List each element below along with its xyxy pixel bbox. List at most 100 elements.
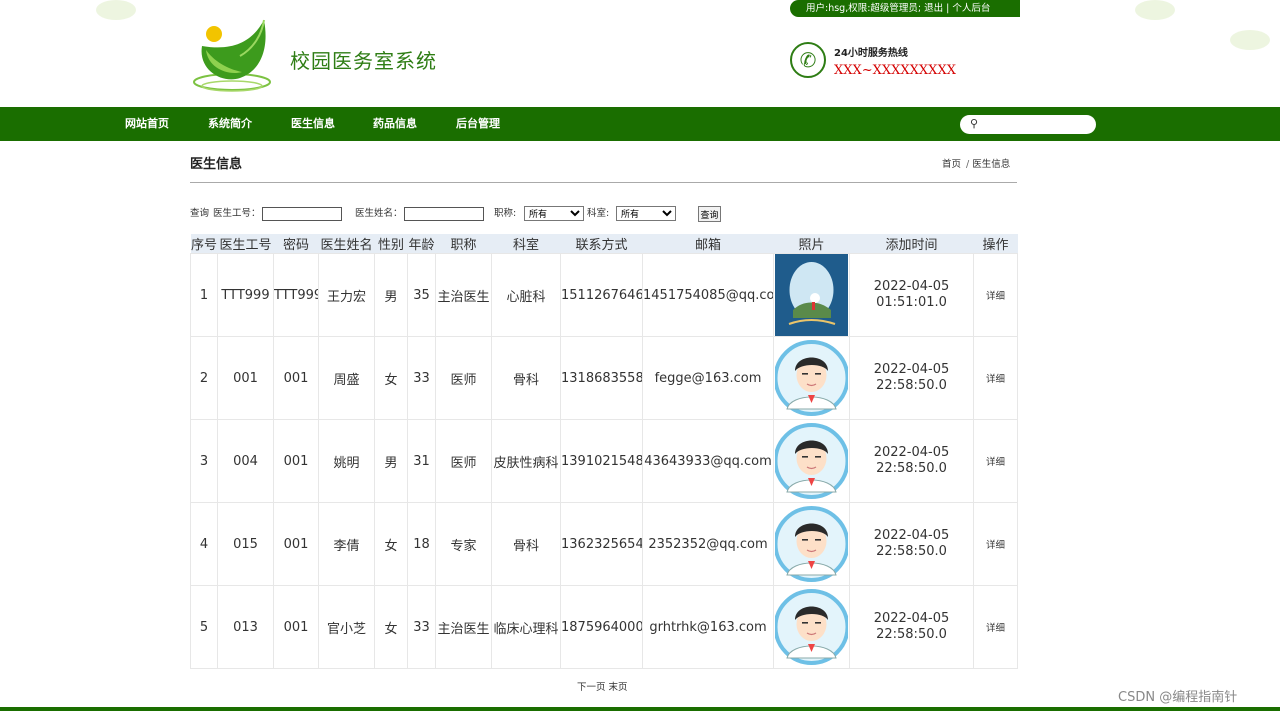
added-date: 2022-04-05 [873,362,950,377]
nav-item-doctors[interactable]: 医生信息 [291,107,335,141]
breadcrumb-home[interactable]: 首页 [942,159,961,170]
detail-link[interactable]: 详细 [973,419,1018,503]
col-header: 联系方式 [560,234,643,254]
cell-sex: 女 [374,585,408,669]
cell-email: 43643933@qq.com [642,419,774,503]
nav-item-home[interactable]: 网站首页 [125,107,169,141]
hotline-number: XXX~XXXXXXXXX [834,63,956,78]
cell-age: 33 [407,336,436,420]
site-logo [193,19,271,92]
col-header: 职称 [435,234,492,254]
last-page-link[interactable]: 末页 [609,682,628,693]
added-clock: 01:51:01.0 [876,295,947,310]
doctor-name-input[interactable] [404,207,484,221]
page: 用户:hsg,权限:超级管理员; 退出 | 个人后台 校园医务室系统 ✆ 24小… [0,0,1280,711]
site-title: 校园医务室系统 [290,49,437,73]
decor-leaf [1230,30,1270,50]
cell-added-time: 2022-04-05 22:58:50.0 [849,419,974,503]
cell-title: 专家 [435,502,492,586]
detail-link[interactable]: 详细 [973,502,1018,586]
cell-id: 013 [217,585,274,669]
detail-link[interactable]: 详细 [973,253,1018,337]
main-nav: 网站首页 系统简介 医生信息 药品信息 后台管理 ⚲ [0,107,1280,141]
col-header: 年龄 [407,234,436,254]
cell-phone: 13186835580 [560,336,643,420]
decor-leaf [96,0,136,20]
query-button[interactable]: 查询 [698,206,721,222]
title-select[interactable]: 所有 [524,206,584,221]
table-row: 4015001李倩女18专家骨科136232565442352352@qq.co… [190,502,1018,586]
col-header: 医生工号 [217,234,274,254]
added-date: 2022-04-05 [873,445,950,460]
col-header: 照片 [773,234,850,254]
col-header: 操作 [973,234,1018,254]
doctor-name-label: 医生姓名： [355,208,403,219]
detail-link[interactable]: 详细 [973,585,1018,669]
dept-select[interactable]: 所有 [616,206,676,221]
added-date: 2022-04-05 [873,528,950,543]
cell-id: 015 [217,502,274,586]
cell-photo [773,253,850,337]
cell-no: 5 [190,585,218,669]
cell-phone: 15112676463 [560,253,643,337]
table-row: 1TTT999TTT999王力宏男35主治医生心脏科15112676463145… [190,253,1018,337]
next-page-link[interactable]: 下一页 [577,682,606,693]
search-icon[interactable]: ⚲ [970,117,984,131]
col-header: 医生姓名 [318,234,375,254]
cell-name: 官小芝 [318,585,375,669]
doctor-table: 序号 医生工号 密码 医生姓名 性别 年龄 职称 科室 联系方式 邮箱 照片 添… [190,234,1018,669]
watermark: CSDN @编程指南针 [1118,690,1238,705]
cell-email: 2352352@qq.com [642,502,774,586]
col-header: 序号 [190,234,218,254]
doctor-id-input[interactable] [262,207,342,221]
cell-photo [773,585,850,669]
table-row: 3004001姚明男31医师皮肤性病科1391021548943643933@q… [190,419,1018,503]
col-header: 科室 [491,234,561,254]
pager: 下一页 末页 [577,679,628,693]
cell-pwd: 001 [273,502,319,586]
cell-email: grhtrhk@163.com [642,585,774,669]
cell-id: 004 [217,419,274,503]
cell-sex: 男 [374,419,408,503]
col-header: 性别 [374,234,408,254]
search-input[interactable]: ⚲ [960,115,1096,134]
cell-title: 医师 [435,419,492,503]
user-status-bar[interactable]: 用户:hsg,权限:超级管理员; 退出 | 个人后台 [790,0,1020,17]
cell-added-time: 2022-04-05 22:58:50.0 [849,336,974,420]
table-row: 2001001周盛女33医师骨科13186835580fegge@163.com… [190,336,1018,420]
cell-sex: 女 [374,502,408,586]
cell-title: 医师 [435,336,492,420]
page-title: 医生信息 [190,157,243,172]
phone-icon: ✆ [790,42,826,78]
table-row: 5013001官小芝女33主治医生临床心理科18759640002grhtrhk… [190,585,1018,669]
cell-age: 35 [407,253,436,337]
cell-name: 周盛 [318,336,375,420]
dept-label: 科室: [587,208,610,219]
cell-phone: 13623256544 [560,502,643,586]
user-status-text[interactable]: 用户:hsg,权限:超级管理员; 退出 | 个人后台 [806,3,990,14]
breadcrumb: 首页 / 医生信息 [942,156,1010,170]
cell-no: 2 [190,336,218,420]
doctor-id-label: 医生工号： [213,208,261,219]
cell-added-time: 2022-04-05 22:58:50.0 [849,585,974,669]
footer-line [0,707,1280,711]
nav-item-intro[interactable]: 系统简介 [208,107,252,141]
cell-photo [773,502,850,586]
cell-title: 主治医生 [435,585,492,669]
table-header-row: 序号 医生工号 密码 医生姓名 性别 年龄 职称 科室 联系方式 邮箱 照片 添… [190,234,1018,254]
hotline-label: 24小时服务热线 [834,48,908,59]
nav-item-admin[interactable]: 后台管理 [456,107,500,141]
detail-link[interactable]: 详细 [973,336,1018,420]
added-clock: 22:58:50.0 [876,378,947,393]
cell-id: 001 [217,336,274,420]
nav-item-medicines[interactable]: 药品信息 [373,107,417,141]
doctor-photo [775,506,848,582]
doctor-photo [775,423,848,499]
cell-pwd: 001 [273,419,319,503]
col-header: 添加时间 [849,234,974,254]
added-clock: 22:58:50.0 [876,627,947,642]
cell-photo [773,419,850,503]
breadcrumb-current: 医生信息 [972,159,1011,170]
cell-phone: 13910215489 [560,419,643,503]
cell-email: fegge@163.com [642,336,774,420]
